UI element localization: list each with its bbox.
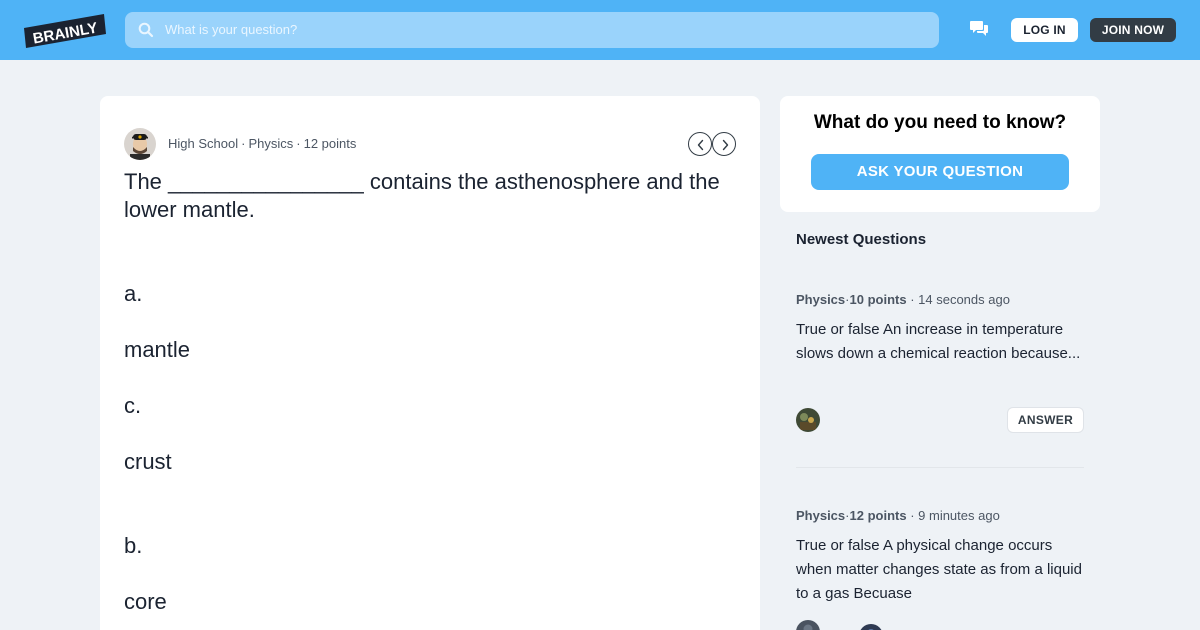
points-label: 10 points — [849, 292, 907, 307]
chevron-right-icon — [722, 139, 729, 151]
newest-question-meta: Physics·12 points · 9 minutes ago — [796, 508, 1000, 524]
subject-link[interactable]: Physics — [248, 136, 293, 151]
question-meta: High School · Physics · 12 points — [168, 136, 356, 152]
subject-link[interactable]: Physics — [796, 292, 845, 307]
option-letter: a. — [124, 281, 143, 306]
question-card: High School · Physics · 12 points The ______… — [100, 96, 760, 630]
option-answer: crust — [124, 449, 172, 474]
brainly-logo[interactable]: BRAINLY — [24, 14, 106, 48]
newest-question-meta: Physics·10 points · 14 seconds ago — [796, 292, 1010, 308]
option-answer: mantle — [124, 337, 191, 362]
school-level[interactable]: High School — [168, 136, 238, 151]
chat-bubble-icon[interactable] — [969, 20, 989, 38]
ask-panel-title: What do you need to know? — [813, 112, 1067, 133]
question-text: The ________________ contains the asthen… — [124, 169, 720, 222]
ask-question-panel: What do you need to know? ASK YOUR QUEST… — [780, 96, 1100, 212]
newest-question-text[interactable]: True or false An increase in temperature… — [796, 318, 1084, 366]
avatar[interactable] — [796, 408, 820, 432]
points-label: 12 points — [849, 508, 907, 523]
divider — [796, 467, 1084, 468]
option-letter: c. — [124, 393, 142, 418]
newest-questions-heading: Newest Questions — [796, 231, 927, 248]
answer-button[interactable]: ANSWER — [1007, 407, 1084, 433]
timestamp: · 9 minutes ago — [910, 508, 1000, 523]
search-bar[interactable]: What is your question? — [125, 12, 939, 48]
points-label: 12 points — [303, 136, 357, 151]
search-icon — [138, 22, 154, 38]
log-in-button[interactable]: LOG IN — [1011, 18, 1078, 42]
asker-avatar[interactable] — [124, 128, 156, 160]
option-letter: b. — [124, 533, 143, 558]
top-navigation-bar: BRAINLY What is your question? LOG IN JO… — [0, 0, 1200, 60]
newest-question-text[interactable]: True or false A physical change occurs w… — [796, 534, 1084, 606]
avatar[interactable] — [796, 620, 820, 630]
subject-link[interactable]: Physics — [796, 508, 845, 523]
join-now-button[interactable]: JOIN NOW — [1090, 18, 1176, 42]
ask-your-question-button[interactable]: ASK YOUR QUESTION — [811, 154, 1069, 190]
option-answer: core — [124, 589, 167, 614]
next-question-button[interactable] — [712, 132, 736, 156]
avatar[interactable] — [859, 624, 883, 630]
chevron-left-icon — [697, 139, 704, 151]
search-input[interactable]: What is your question? — [165, 22, 297, 38]
meta-separator: · — [296, 136, 301, 151]
meta-separator: · — [241, 136, 246, 151]
previous-question-button[interactable] — [688, 132, 712, 156]
timestamp: · 14 seconds ago — [910, 292, 1010, 307]
